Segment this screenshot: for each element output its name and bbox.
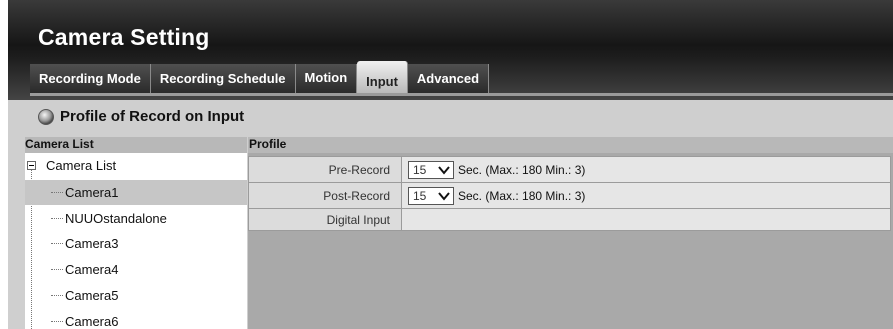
section-header: Profile of Record on Input [38,108,244,125]
tree-branch [51,218,63,219]
pre-record-select[interactable]: 15 [408,160,454,179]
tree-item-camera4[interactable]: Camera4 [25,257,247,282]
post-record-cell: 15 Sec. (Max.: 180 Min.: 3) [401,182,891,209]
tree-item-camera6[interactable]: Camera6 [25,309,247,329]
profile-table: Pre-Record 15 Sec. (Max.: 180 Min.: 3) P… [248,156,891,231]
section-title: Profile of Record on Input [60,108,245,125]
pre-record-cell: 15 Sec. (Max.: 180 Min.: 3) [401,156,891,183]
digital-input-cell [401,208,891,231]
tab-underline [30,93,893,96]
header-bar: Camera Setting Recording Mode Recording … [8,0,893,100]
chevron-down-icon [438,191,450,201]
tab-recording-schedule[interactable]: Recording Schedule [150,64,296,93]
tree-item-camera5[interactable]: Camera5 [25,283,247,308]
post-record-row: Post-Record 15 Sec. (Max.: 180 Min.: 3) [248,182,891,209]
collapse-icon[interactable] [27,161,36,170]
tree-item-camera1[interactable]: Camera1 [25,180,247,205]
post-record-hint: Sec. (Max.: 180 Min.: 3) [458,188,586,203]
tab-input[interactable]: Input [357,61,408,96]
tree-item-nuuostandalone[interactable]: NUUOstandalone [25,206,247,231]
tab-advanced[interactable]: Advanced [407,64,490,93]
profile-panel: Pre-Record 15 Sec. (Max.: 180 Min.: 3) P… [248,153,893,329]
page-title: Camera Setting [38,24,210,50]
pre-record-label: Pre-Record [248,156,402,183]
post-record-label: Post-Record [248,182,402,209]
tree-branch [51,321,63,322]
tree-item-label: Camera3 [65,236,119,251]
tab-motion[interactable]: Motion [295,64,358,93]
post-record-value: 15 [413,188,427,203]
post-record-select[interactable]: 15 [408,186,454,205]
tree-item-label: Camera6 [65,314,119,329]
pre-record-value: 15 [413,162,427,177]
tab-bar: Recording Mode Recording Schedule Motion… [30,61,490,96]
tree-root[interactable]: Camera List [25,153,247,178]
tree-item-label: NUUOstandalone [65,211,167,226]
tree-item-camera3[interactable]: Camera3 [25,231,247,256]
tree-branch [51,243,63,244]
tree-root-label: Camera List [46,158,117,173]
tree-item-label: Camera1 [65,185,119,200]
tree-branch [51,192,63,193]
pre-record-hint: Sec. (Max.: 180 Min.: 3) [458,162,586,177]
camera-tree: Camera List Camera1 NUUOstandalone Camer… [25,153,247,329]
tab-recording-mode[interactable]: Recording Mode [30,64,151,93]
digital-input-label: Digital Input [248,208,402,231]
tree-branch [51,295,63,296]
digital-input-row: Digital Input [248,208,891,231]
pre-record-row: Pre-Record 15 Sec. (Max.: 180 Min.: 3) [248,156,891,183]
camera-setting-window: Camera Setting Recording Mode Recording … [8,0,893,329]
profile-header-label: Profile [249,137,287,151]
chevron-down-icon [438,165,450,175]
record-profile-icon [38,108,54,125]
tree-item-label: Camera4 [65,262,119,277]
tree-item-label: Camera5 [65,288,119,303]
camera-list-header: Camera List [25,137,247,153]
tree-branch [51,269,63,270]
profile-header: Profile [248,137,893,153]
